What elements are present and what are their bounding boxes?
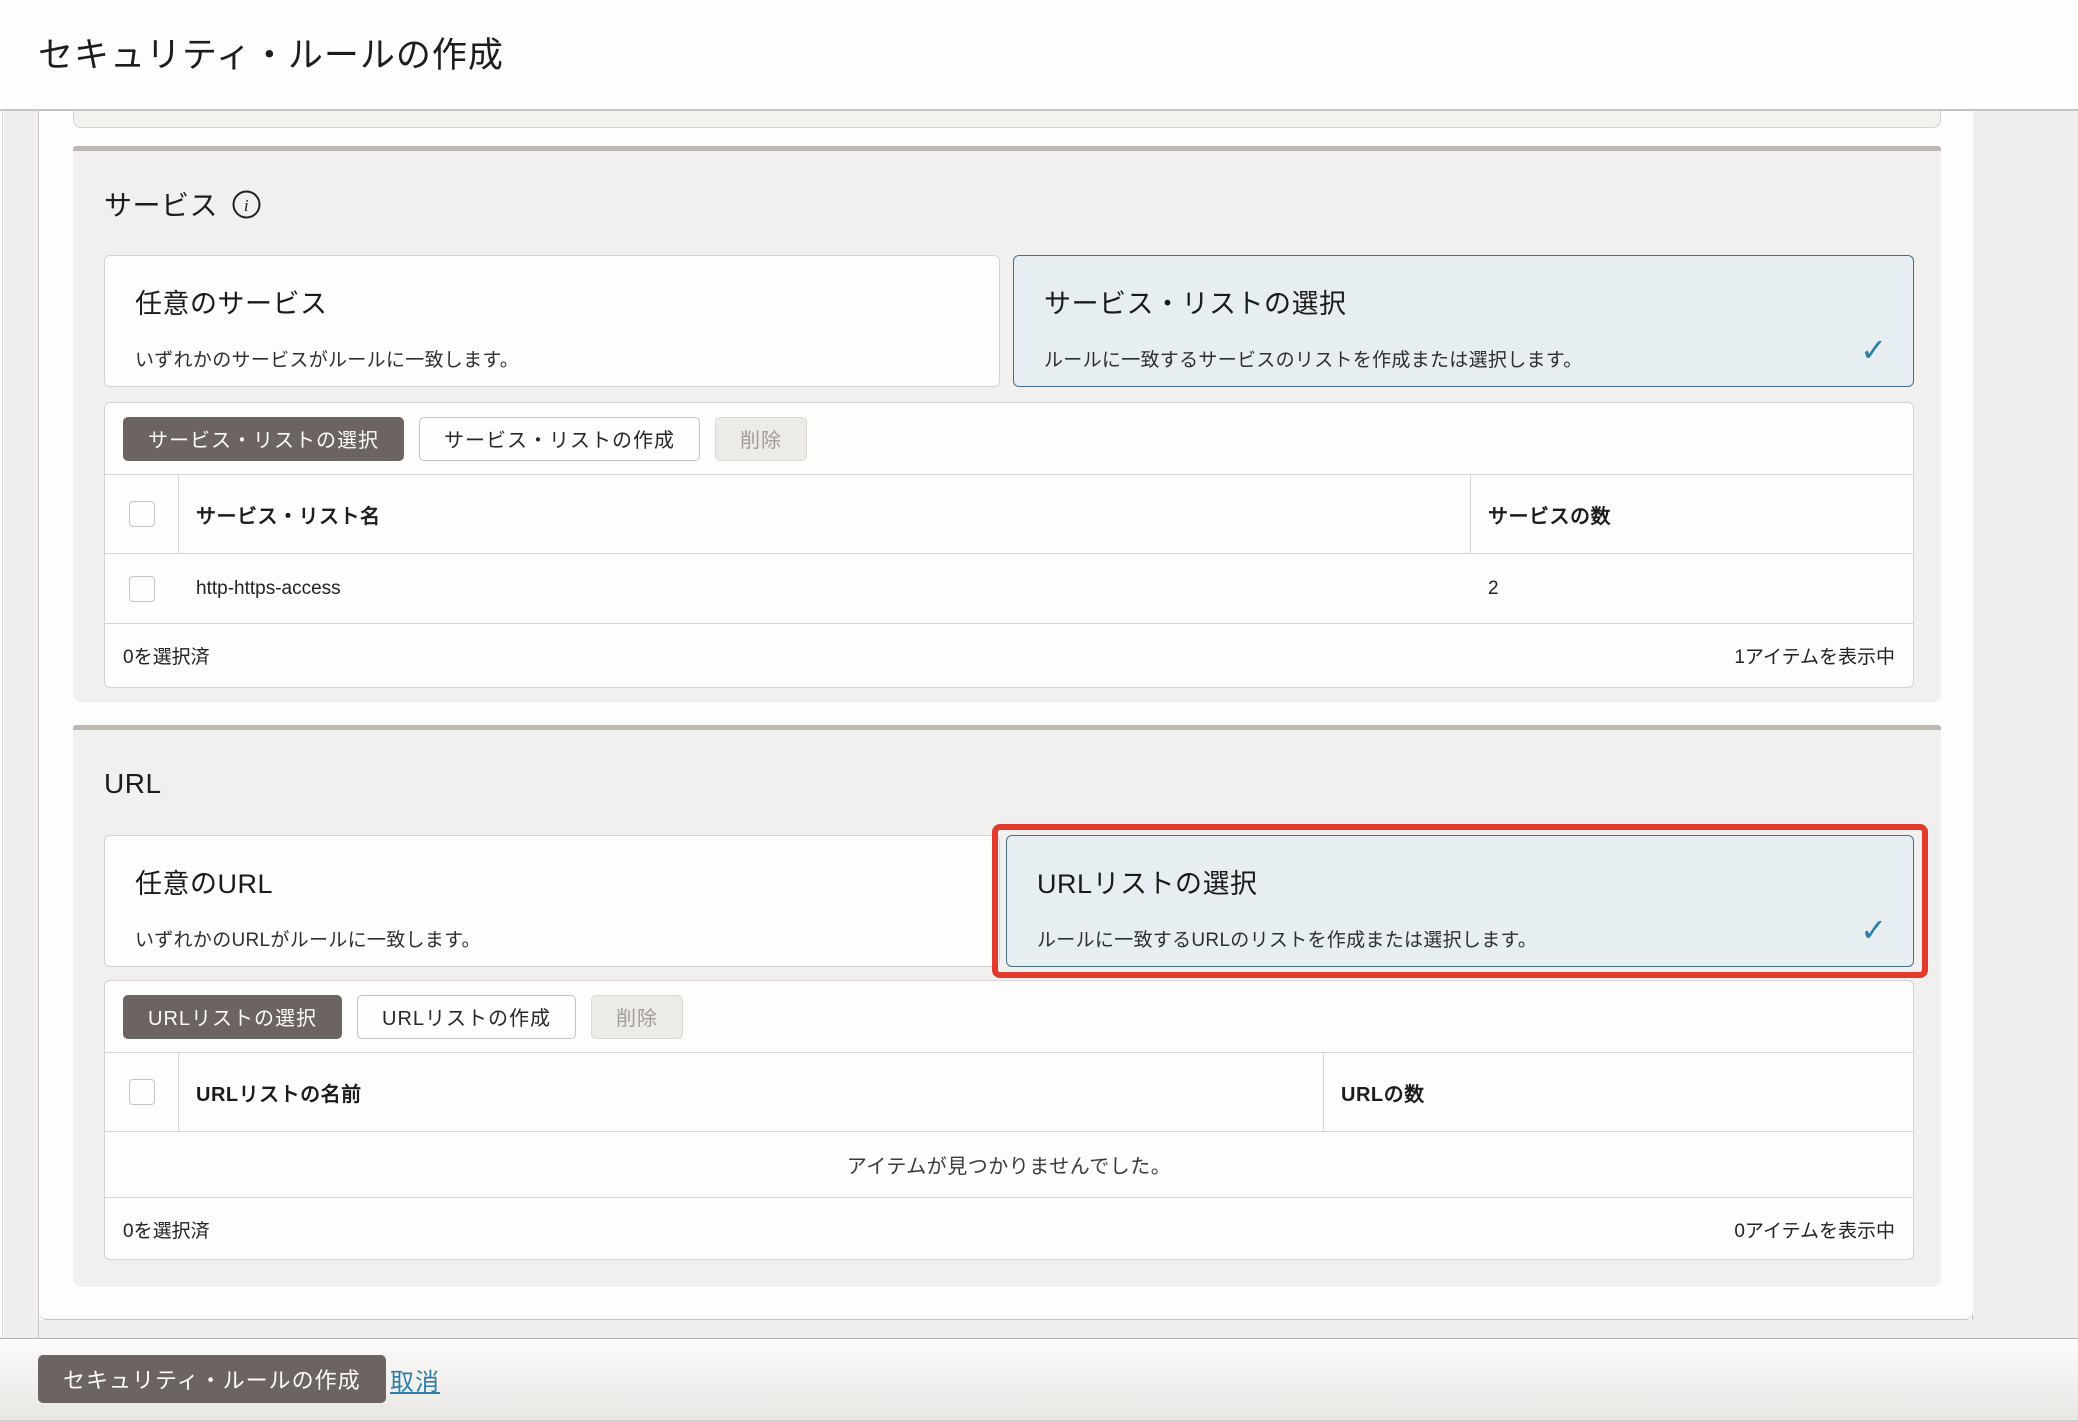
url-list-table-box: URLリストの選択 URLリストの作成 削除 URLリストの名前 URLの数 ア… xyxy=(104,980,1914,1260)
selected-checkmark-icon: ✓ xyxy=(1860,334,1887,366)
option-description: いずれかのサービスがルールに一致します。 xyxy=(135,345,969,372)
action-footer: セキュリティ・ルールの作成 取消 xyxy=(0,1338,2078,1422)
row-checkbox-cell xyxy=(105,554,179,623)
selected-count-status: 0を選択済 xyxy=(123,1216,210,1243)
column-header-service-count: サービスの数 xyxy=(1488,500,1611,529)
column-header-service-list-name: サービス・リスト名 xyxy=(196,500,381,529)
delete-url-list-button[interactable]: 削除 xyxy=(591,995,683,1039)
option-title: 任意のサービス xyxy=(135,282,969,321)
service-list-table-box: サービス・リストの選択 サービス・リストの作成 削除 サービス・リスト名 サービ… xyxy=(104,402,1914,688)
empty-state-message: アイテムが見つかりませんでした。 xyxy=(105,1132,1913,1198)
header-count-cell: URLの数 xyxy=(1324,1053,1913,1131)
previous-section-peek xyxy=(73,111,1941,128)
column-header-url-count: URLの数 xyxy=(1341,1078,1425,1107)
header-count-cell: サービスの数 xyxy=(1471,475,1913,553)
service-list-name: http-https-access xyxy=(196,578,341,600)
select-url-list-button[interactable]: URLリストの選択 xyxy=(123,995,342,1039)
url-section-title-text: URL xyxy=(104,768,162,800)
delete-service-list-button[interactable]: 削除 xyxy=(715,417,807,461)
create-security-rule-page: セキュリティ・ルールの作成 サービス i 任意のサービス いずれかのサービスがル… xyxy=(0,0,2078,1422)
left-page-gutter xyxy=(4,111,39,1338)
service-section-title-text: サービス xyxy=(104,184,218,224)
url-table-footer: 0を選択済 0アイテムを表示中 xyxy=(105,1198,1913,1260)
option-any-service[interactable]: 任意のサービス いずれかのサービスがルールに一致します。 xyxy=(104,255,1000,387)
create-url-list-button[interactable]: URLリストの作成 xyxy=(357,995,576,1039)
service-count: 2 xyxy=(1488,578,1499,600)
header-checkbox-cell xyxy=(105,1053,179,1131)
header-name-cell: サービス・リスト名 xyxy=(179,475,1471,553)
service-table-header: サービス・リスト名 サービスの数 xyxy=(105,474,1913,554)
header-checkbox-cell xyxy=(105,475,179,553)
option-description: ルールに一致するサービスのリストを作成または選択します。 xyxy=(1044,345,1883,372)
url-table-header: URLリストの名前 URLの数 xyxy=(105,1052,1913,1132)
column-header-url-list-name: URLリストの名前 xyxy=(196,1078,362,1107)
header-name-cell: URLリストの名前 xyxy=(179,1053,1324,1131)
content-bottom-gap xyxy=(39,1320,1973,1338)
select-all-checkbox[interactable] xyxy=(129,1079,155,1105)
row-checkbox[interactable] xyxy=(129,576,155,602)
url-section-title: URL xyxy=(104,768,162,800)
page-title: セキュリティ・ルールの作成 xyxy=(38,0,504,111)
url-toolbar: URLリストの選択 URLリストの作成 削除 xyxy=(105,981,1913,1052)
service-table-footer: 0を選択済 1アイテムを表示中 xyxy=(105,624,1913,686)
create-service-list-button[interactable]: サービス・リストの作成 xyxy=(419,417,700,461)
selected-checkmark-icon: ✓ xyxy=(1860,914,1887,946)
right-page-gutter xyxy=(1972,111,2078,1338)
option-any-url[interactable]: 任意のURL いずれかのURLがルールに一致します。 xyxy=(104,835,1000,967)
cancel-link[interactable]: 取消 xyxy=(390,1339,440,1420)
row-count-cell: 2 xyxy=(1471,554,1913,623)
svg-text:i: i xyxy=(244,196,249,215)
option-title: 任意のURL xyxy=(135,862,969,901)
row-name-cell: http-https-access xyxy=(179,554,1471,623)
info-icon[interactable]: i xyxy=(232,190,261,219)
option-select-url-list[interactable]: URLリストの選択 ルールに一致するURLのリストを作成または選択します。 ✓ xyxy=(1006,835,1914,967)
option-title: URLリストの選択 xyxy=(1037,862,1883,901)
select-all-checkbox[interactable] xyxy=(129,501,155,527)
items-shown-status: 1アイテムを表示中 xyxy=(1734,642,1895,669)
create-security-rule-button[interactable]: セキュリティ・ルールの作成 xyxy=(38,1355,386,1403)
table-row[interactable]: http-https-access 2 xyxy=(105,554,1913,624)
option-title: サービス・リストの選択 xyxy=(1044,282,1883,321)
items-shown-status: 0アイテムを表示中 xyxy=(1734,1216,1895,1243)
option-select-service-list[interactable]: サービス・リストの選択 ルールに一致するサービスのリストを作成または選択します。… xyxy=(1013,255,1914,387)
section-url: URL 任意のURL いずれかのURLがルールに一致します。 URLリストの選択… xyxy=(73,725,1941,1287)
option-description: ルールに一致するURLのリストを作成または選択します。 xyxy=(1037,925,1883,952)
option-description: いずれかのURLがルールに一致します。 xyxy=(135,925,969,952)
select-service-list-button[interactable]: サービス・リストの選択 xyxy=(123,417,404,461)
service-section-title: サービス i xyxy=(104,184,261,224)
service-toolbar: サービス・リストの選択 サービス・リストの作成 削除 xyxy=(105,403,1913,474)
page-header: セキュリティ・ルールの作成 xyxy=(0,0,2078,111)
section-service: サービス i 任意のサービス いずれかのサービスがルールに一致します。 サービス… xyxy=(73,146,1941,702)
left-edge-sliver xyxy=(0,111,3,1338)
selected-count-status: 0を選択済 xyxy=(123,642,210,669)
